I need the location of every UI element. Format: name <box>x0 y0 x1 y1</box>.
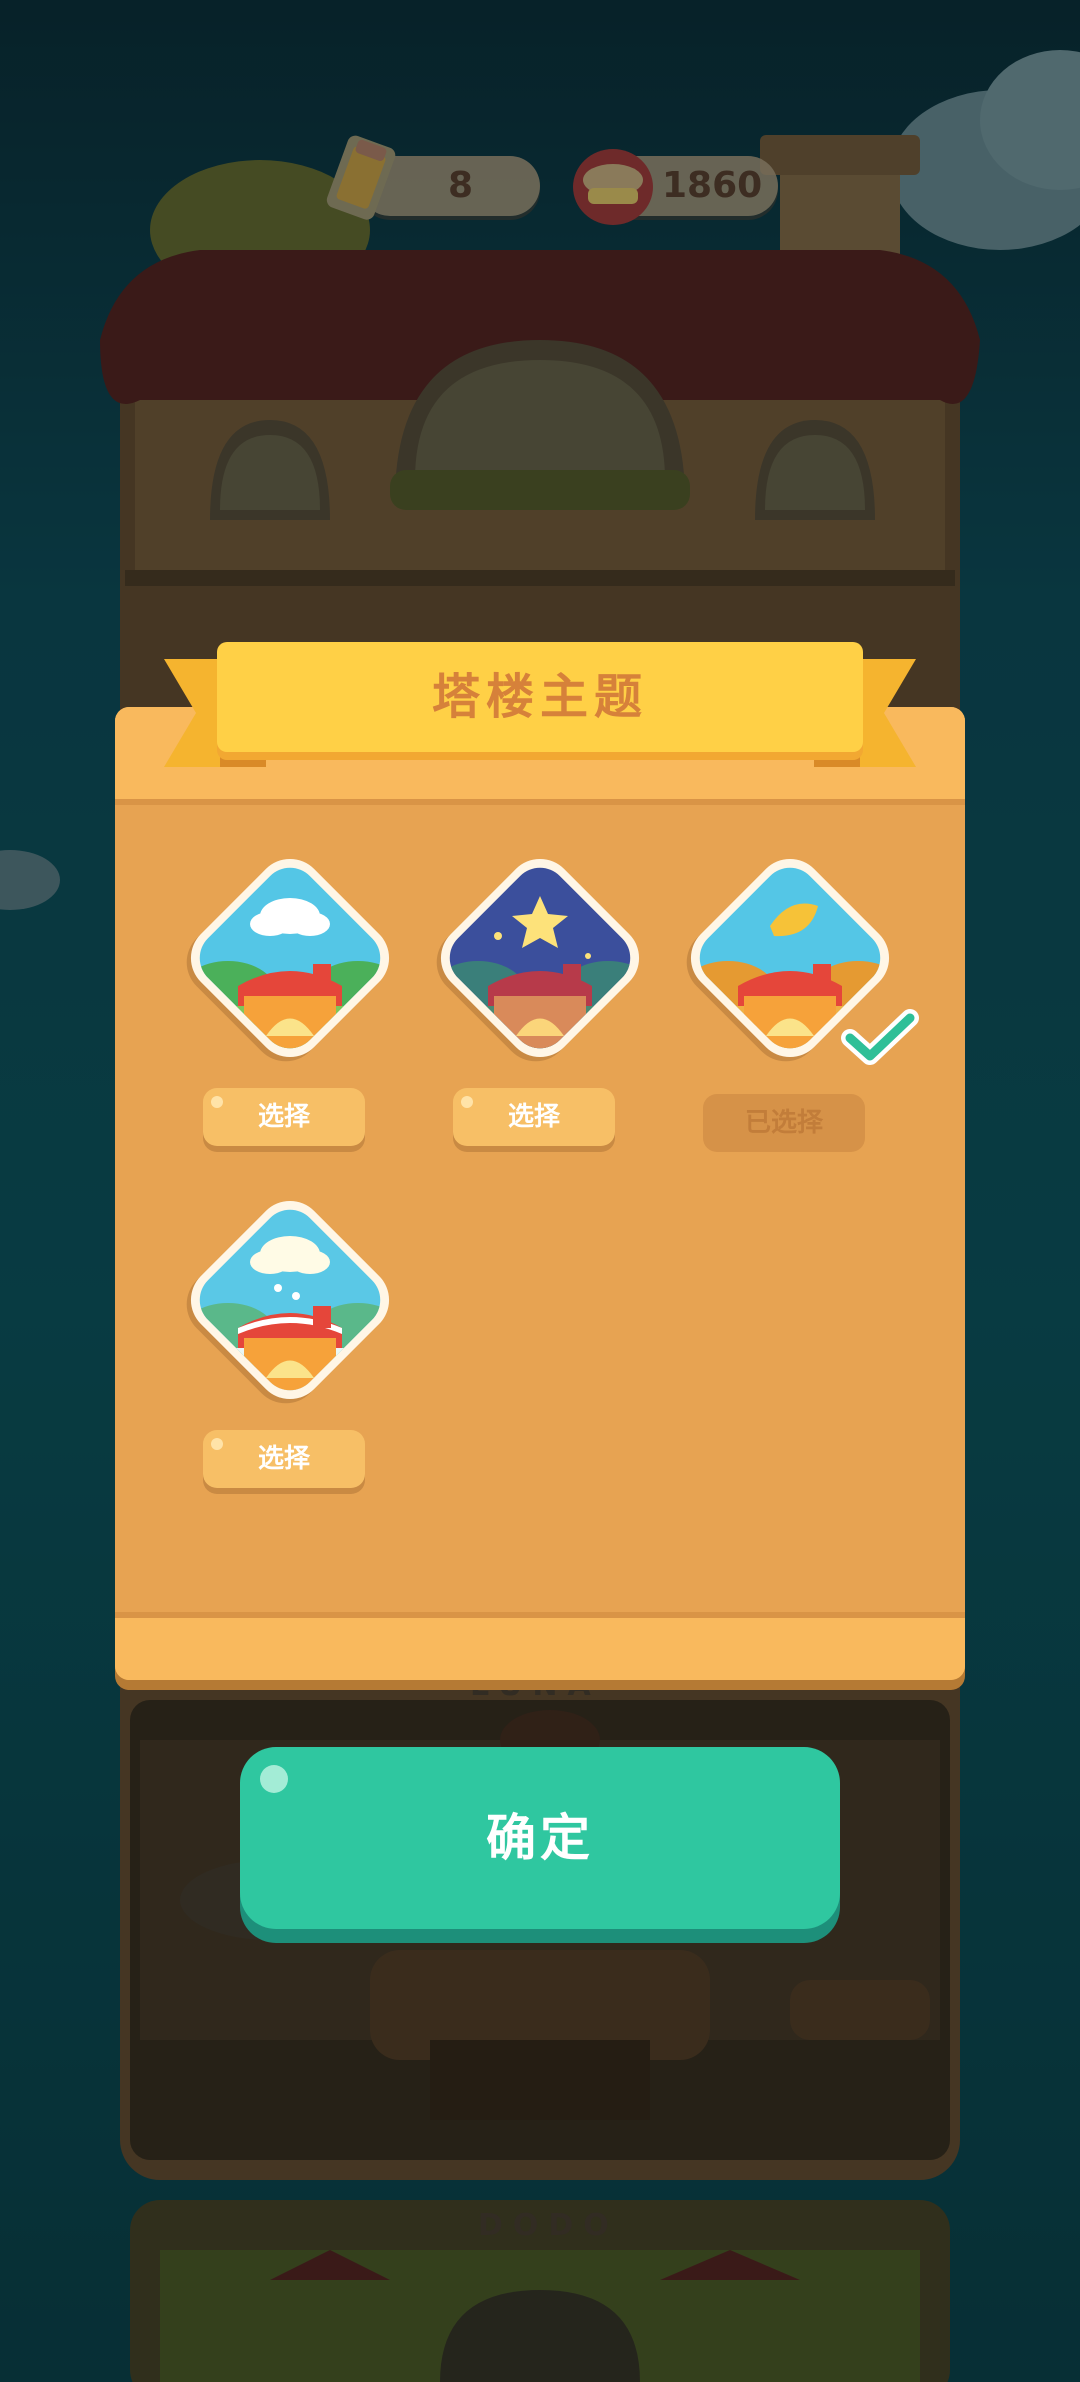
select-button-label: 选择 <box>507 1102 560 1132</box>
theme-card-night: 选择 <box>425 844 655 1158</box>
theme-card-snow: 选择 <box>175 1186 405 1500</box>
pencil-icon <box>326 135 396 220</box>
theme-card-autumn: 已选择 <box>675 844 919 1158</box>
confirm-button-label: 确定 <box>486 1809 594 1867</box>
pencil-count: 8 <box>448 165 474 206</box>
selected-autumn-theme-button: 已选择 <box>703 1094 865 1152</box>
selected-check-icon <box>841 1009 919 1065</box>
panel-footer-strip <box>115 1612 965 1680</box>
theme-thumbnail-day[interactable] <box>176 844 404 1072</box>
theme-thumbnail-night[interactable] <box>426 844 654 1072</box>
snow-scene-image <box>188 1198 392 1402</box>
selected-button-label: 已选择 <box>744 1108 823 1138</box>
select-snow-theme-button[interactable]: 选择 <box>203 1430 365 1488</box>
panel-title: 塔楼主题 <box>431 669 648 725</box>
select-day-theme-button[interactable]: 选择 <box>203 1088 365 1146</box>
title-ribbon: 塔楼主题 <box>217 642 863 752</box>
select-night-theme-button[interactable]: 选择 <box>453 1088 615 1146</box>
theme-card-day: 选择 <box>175 844 405 1158</box>
select-button-label: 选择 <box>257 1102 310 1132</box>
select-button-label: 选择 <box>257 1444 310 1474</box>
night-scene-image <box>438 856 642 1060</box>
tin-can-icon <box>573 149 653 225</box>
confirm-button[interactable]: 确定 <box>240 1747 840 1929</box>
day-scene-image <box>188 856 392 1060</box>
theme-thumbnail-snow[interactable] <box>176 1186 404 1414</box>
theme-thumbnail-autumn[interactable] <box>676 844 919 1072</box>
coin-count: 1860 <box>662 165 763 206</box>
